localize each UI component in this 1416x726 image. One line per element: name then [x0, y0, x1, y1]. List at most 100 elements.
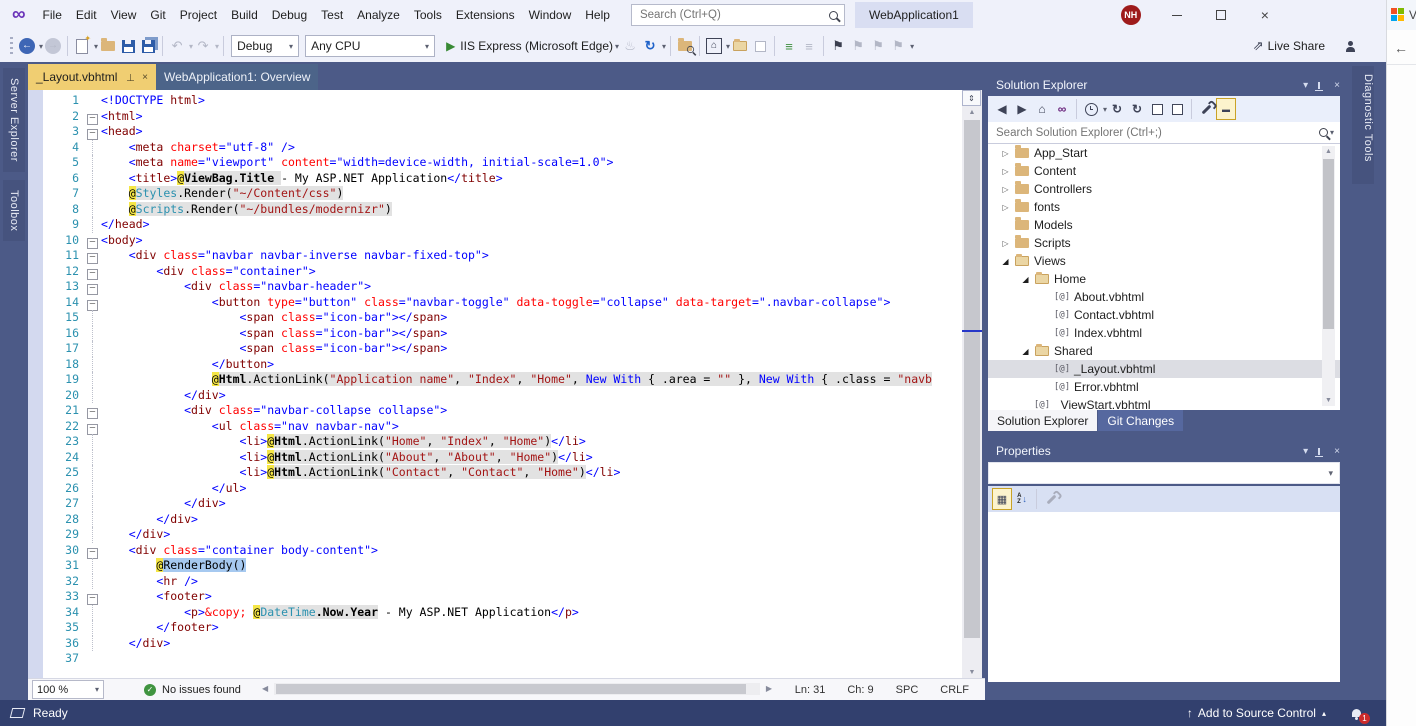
pin-icon[interactable] [1318, 82, 1320, 89]
code-line[interactable]: 14– <button type="button" class="navbar-… [28, 295, 962, 311]
toolbar-grip[interactable] [10, 37, 13, 55]
add-to-source-control-button[interactable]: Add to Source Control [1198, 706, 1316, 720]
tree-item-fonts[interactable]: ▷fonts [988, 198, 1340, 216]
home-button[interactable]: ⌂ [705, 34, 723, 58]
tree-item--viewstart-vbhtml[interactable]: [@]_ViewStart.vbhtml [988, 396, 1340, 410]
alphabetical-sort-button[interactable]: AZ↓ [1012, 488, 1032, 510]
tab-diagnostic-tools[interactable]: Diagnostic Tools [1352, 66, 1374, 184]
issues-status-label[interactable]: No issues found [162, 684, 241, 696]
line-ending-indicator[interactable]: CRLF [940, 684, 969, 696]
scrollbar-thumb[interactable] [276, 684, 746, 694]
code-line[interactable]: 6 <title>@ViewBag.Title - My ASP.NET App… [28, 171, 962, 187]
close-icon[interactable]: × [142, 72, 148, 83]
toggle-bookmark-button[interactable]: ⚑ [829, 34, 847, 58]
quick-search-box[interactable] [631, 4, 845, 26]
scroll-right-arrow[interactable]: ▶ [766, 684, 772, 693]
fold-collapse-box[interactable]: – [87, 129, 98, 140]
panel-dropdown-icon[interactable]: ▾ [1303, 80, 1308, 91]
scroll-left-arrow[interactable]: ◀ [262, 684, 268, 693]
scroll-up-arrow[interactable]: ▲ [962, 109, 982, 116]
tree-item-contact-vbhtml[interactable]: [@]Contact.vbhtml [988, 306, 1340, 324]
menu-item-edit[interactable]: Edit [69, 0, 104, 30]
tree-item-home[interactable]: ◢Home [988, 270, 1340, 288]
code-line[interactable]: 27 </div> [28, 496, 962, 512]
chevron-up-icon[interactable]: ▴ [1322, 709, 1326, 718]
scroll-up-arrow[interactable]: ▲ [1322, 148, 1335, 155]
find-in-files-button[interactable] [676, 34, 694, 58]
menu-item-test[interactable]: Test [314, 0, 350, 30]
code-line[interactable]: 3–<head> [28, 124, 962, 140]
code-line[interactable]: 2–<html> [28, 109, 962, 125]
code-line[interactable]: 5 <meta name="viewport" content="width=d… [28, 155, 962, 171]
back-dropdown[interactable]: ▾ [39, 42, 43, 51]
sync-with-active-document-button[interactable] [731, 34, 749, 58]
new-file-button[interactable] [73, 34, 91, 58]
minimize-button[interactable] [1155, 0, 1199, 30]
scroll-down-arrow[interactable]: ▼ [1322, 397, 1335, 404]
menu-item-analyze[interactable]: Analyze [350, 0, 407, 30]
code-line[interactable]: 17 <span class="icon-bar"></span> [28, 341, 962, 357]
code-line[interactable]: 10–<body> [28, 233, 962, 249]
undo-dropdown[interactable]: ▾ [189, 42, 193, 51]
line-indicator[interactable]: Ln: 31 [795, 684, 826, 696]
project-name-chip[interactable]: WebApplication1 [855, 2, 973, 28]
editor-vertical-scrollbar[interactable]: ⇕ ▲ ▼ [962, 90, 982, 678]
menu-item-build[interactable]: Build [224, 0, 265, 30]
sync-button[interactable]: ↻ [1127, 98, 1147, 120]
code-line[interactable]: 1<!DOCTYPE html> [28, 93, 962, 109]
tree-vertical-scrollbar[interactable]: ▲ ▼ [1322, 146, 1335, 406]
code-line[interactable]: 34 <p>&copy; @DateTime.Now.Year - My ASP… [28, 605, 962, 621]
run-target-dropdown[interactable]: ▾ [615, 42, 619, 51]
tree-item-models[interactable]: Models [988, 216, 1340, 234]
expander-icon[interactable]: ▷ [998, 167, 1013, 176]
fold-collapse-box[interactable]: – [87, 284, 98, 295]
expander-icon[interactable]: ◢ [1018, 347, 1033, 356]
code-line[interactable]: 36 </div> [28, 636, 962, 652]
live-share-button[interactable]: ⇗ Live Share [1253, 34, 1339, 58]
collapse-all-button[interactable] [1147, 98, 1167, 120]
code-line[interactable]: 37 [28, 651, 962, 667]
pin-icon[interactable] [1318, 448, 1320, 455]
code-line[interactable]: 32 <hr /> [28, 574, 962, 590]
scrollbar-thumb[interactable] [1323, 159, 1334, 329]
tree-item-controllers[interactable]: ▷Controllers [988, 180, 1340, 198]
editor-split-handle[interactable]: ⇕ [962, 90, 981, 106]
new-file-dropdown[interactable]: ▾ [94, 42, 98, 51]
spaces-indicator[interactable]: SPC [896, 684, 919, 696]
close-icon[interactable]: × [1334, 80, 1340, 91]
solution-platform-dropdown[interactable]: Any CPU ▾ [305, 35, 435, 57]
fold-collapse-box[interactable]: – [87, 269, 98, 280]
code-line[interactable]: 29 </div> [28, 527, 962, 543]
refresh-button[interactable]: ↻ [1107, 98, 1127, 120]
tree-item-app-start[interactable]: ▷App_Start [988, 144, 1340, 162]
expander-icon[interactable]: ▷ [998, 185, 1013, 194]
redo-button[interactable]: ↷ [194, 34, 212, 58]
fold-collapse-box[interactable]: – [87, 548, 98, 559]
code-line[interactable]: 24 <li>@Html.ActionLink("About", "About"… [28, 450, 962, 466]
editor-horizontal-scrollbar[interactable]: ◀ ▶ [262, 683, 772, 695]
code-line[interactable]: 21– <div class="navbar-collapse collapse… [28, 403, 962, 419]
scrollbar-thumb[interactable] [964, 120, 980, 638]
code-line[interactable]: 33– <footer> [28, 589, 962, 605]
forward-button[interactable]: ▶ [1012, 98, 1032, 120]
menu-item-project[interactable]: Project [173, 0, 224, 30]
code-line[interactable]: 13– <div class="navbar-header"> [28, 279, 962, 295]
expander-icon[interactable]: ◢ [998, 257, 1013, 266]
fold-collapse-box[interactable]: – [87, 238, 98, 249]
pending-changes-filter-button[interactable] [1081, 98, 1101, 120]
home-button[interactable]: ⌂ [1032, 98, 1052, 120]
menu-item-window[interactable]: Window [522, 0, 579, 30]
quick-search-input[interactable] [638, 8, 829, 22]
code-line[interactable]: 26 </ul> [28, 481, 962, 497]
expander-icon[interactable]: ▷ [998, 203, 1013, 212]
document-tab[interactable]: WebApplication1: Overview [156, 64, 319, 90]
code-line[interactable]: 9</head> [28, 217, 962, 233]
code-line[interactable]: 19 @Html.ActionLink("Application name", … [28, 372, 962, 388]
paste-button[interactable] [751, 34, 769, 58]
tab-server-explorer[interactable]: Server Explorer [3, 68, 25, 172]
code-line[interactable]: 11– <div class="navbar navbar-inverse na… [28, 248, 962, 264]
code-line[interactable]: 28 </div> [28, 512, 962, 528]
tab-git-changes[interactable]: Git Changes [1098, 410, 1183, 431]
code-line[interactable]: 16 <span class="icon-bar"></span> [28, 326, 962, 342]
start-debugging-button[interactable]: ▶ IIS Express (Microsoft Edge) ▾ [446, 34, 619, 58]
